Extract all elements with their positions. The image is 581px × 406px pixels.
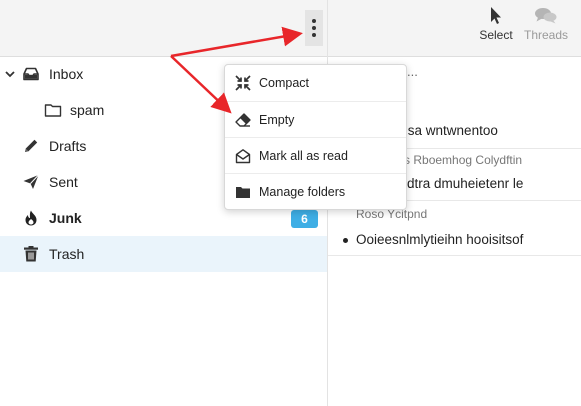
message-toolbar: Select Threads [328,0,581,57]
menu-item-manage-folders[interactable]: Manage folders [225,173,406,210]
folder-icon [44,104,62,117]
dot-icon [312,33,316,37]
folder-trash[interactable]: Trash [0,236,327,272]
threads-label: Threads [523,28,569,42]
message-list-overflow: ... [407,64,418,79]
menu-item-label: Compact [259,76,310,90]
folder-label: spam [70,102,105,118]
select-button[interactable]: Select [478,6,514,42]
folder-label: Sent [49,174,78,190]
inbox-icon [23,67,39,81]
menu-item-compact[interactable]: Compact [225,65,406,101]
folder-icon [236,187,250,198]
pencil-icon [25,139,38,152]
select-label: Select [479,28,513,42]
compress-icon [235,75,251,91]
envelope-open-icon [235,149,251,164]
chevron-down-icon[interactable] [5,69,15,79]
threads-button[interactable]: Threads [521,6,571,42]
folder-label: Inbox [49,66,84,82]
folder-toolbar [0,0,327,57]
menu-item-empty[interactable]: Empty [225,101,406,138]
folder-context-menu: Compact Empty Mark all as read Manage fo… [224,64,407,210]
eraser-icon [235,113,251,127]
dot-icon [312,19,316,23]
folder-options-button[interactable] [305,10,323,46]
cursor-icon [491,7,501,24]
paper-plane-icon [23,174,39,189]
fire-icon [25,210,37,226]
folder-label: Drafts [49,138,87,154]
menu-item-label: Mark all as read [259,149,348,163]
dot-icon [312,26,316,30]
threads-icon [535,8,557,24]
folder-label: Trash [49,246,85,262]
message-subject: Ooieesnlmlytieihn hooisitsof [356,232,524,247]
folder-label: Junk [49,210,82,226]
trash-icon [24,246,38,262]
unread-dot-icon [343,238,348,243]
unread-count-badge: 6 [291,210,318,228]
menu-item-label: Empty [259,113,295,127]
menu-item-mark-all-read[interactable]: Mark all as read [225,137,406,174]
menu-item-label: Manage folders [259,185,346,199]
